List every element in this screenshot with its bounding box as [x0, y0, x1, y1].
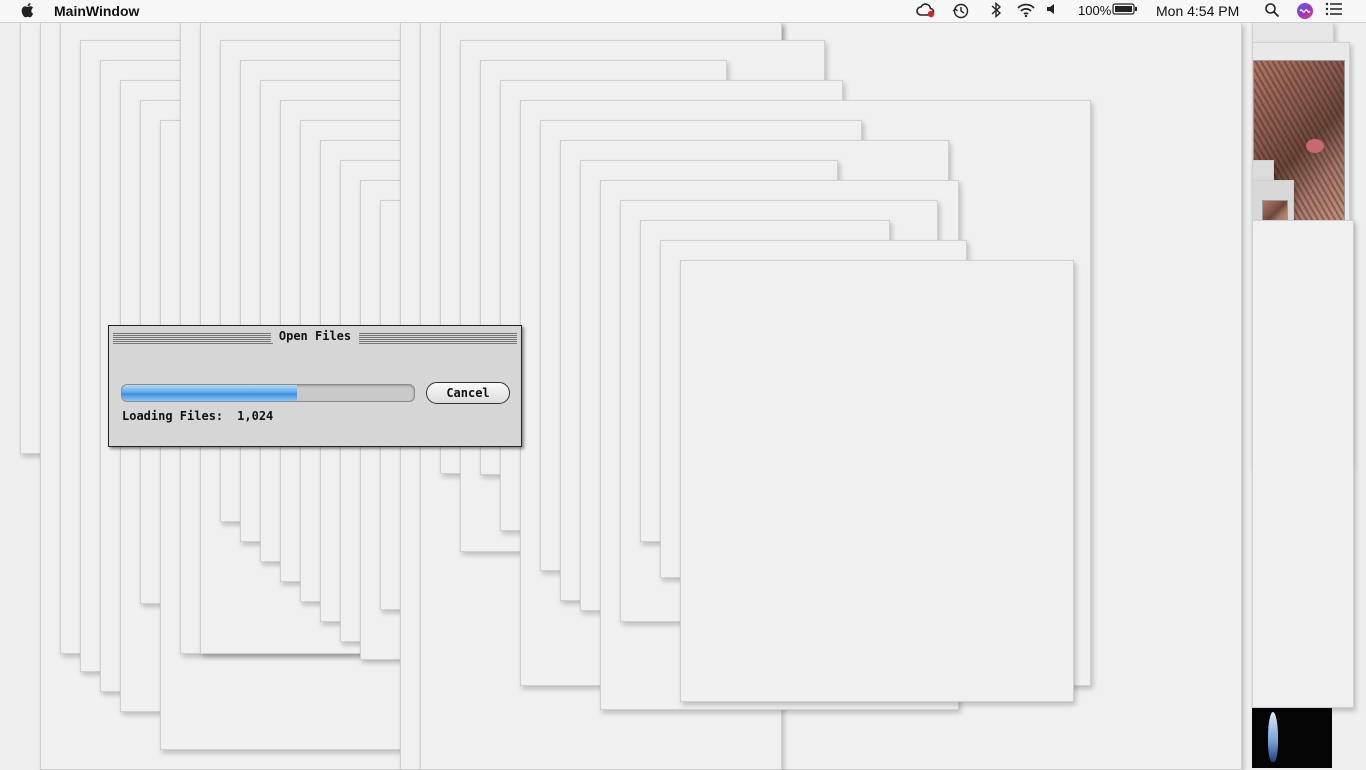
image-window[interactable]: [1252, 22, 1334, 44]
battery-icon[interactable]: [1112, 2, 1138, 20]
image-window[interactable]: [1252, 160, 1274, 182]
clock[interactable]: Mon 4:54 PM: [1156, 0, 1239, 22]
dialog-title-bar[interactable]: Open Files: [113, 329, 517, 345]
wifi-icon[interactable]: [1016, 2, 1036, 20]
status-value: 1,024: [237, 409, 274, 423]
open-files-dialog: Open Files Cancel Loading Files: 1,024: [108, 325, 522, 447]
cancel-button[interactable]: Cancel: [426, 382, 510, 404]
app-name-menu[interactable]: MainWindow: [54, 0, 139, 22]
loading-progress-bar: [121, 384, 415, 402]
notification-center-icon[interactable]: [1324, 2, 1344, 20]
flame-image: [1268, 712, 1278, 762]
image-window-dark[interactable]: [1252, 708, 1332, 768]
progress-fill: [122, 385, 298, 401]
menu-bar: MainWindow 100% Mon 4:54 PM: [0, 0, 1366, 23]
image-window[interactable]: [1252, 220, 1354, 708]
siri-icon[interactable]: [1295, 2, 1315, 20]
time-machine-icon[interactable]: [951, 2, 971, 20]
dialog-title: Open Files: [270, 329, 360, 343]
bluetooth-icon[interactable]: [986, 1, 1006, 20]
document-window[interactable]: [680, 260, 1074, 702]
volume-icon[interactable]: [1042, 2, 1062, 20]
status-label: Loading Files:: [122, 409, 224, 423]
photo-thumbnail: [1262, 200, 1288, 222]
apple-icon[interactable]: [18, 2, 38, 20]
battery-percent: 100%: [1078, 3, 1112, 18]
loading-status: Loading Files: 1,024: [122, 409, 273, 423]
spotlight-search-icon[interactable]: [1262, 2, 1282, 20]
creative-cloud-icon[interactable]: [916, 2, 936, 20]
title-stripes: [359, 333, 517, 344]
title-stripes: [113, 333, 273, 344]
